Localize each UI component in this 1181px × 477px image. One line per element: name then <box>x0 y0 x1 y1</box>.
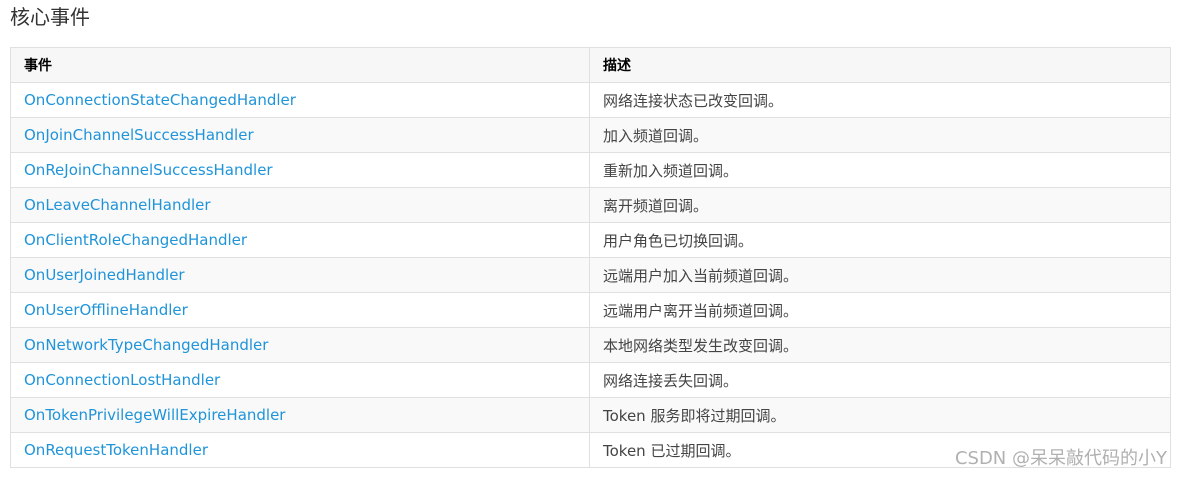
table-row: OnUserJoinedHandler 远端用户加入当前频道回调。 <box>10 257 1171 293</box>
event-link[interactable]: OnLeaveChannelHandler <box>24 196 211 214</box>
table-row: OnJoinChannelSuccessHandler 加入频道回调。 <box>10 117 1171 153</box>
event-cell: OnReJoinChannelSuccessHandler <box>10 152 590 188</box>
event-link[interactable]: OnUserOfflineHandler <box>24 301 188 319</box>
table-row: OnConnectionStateChangedHandler 网络连接状态已改变… <box>10 82 1171 118</box>
event-link[interactable]: OnConnectionStateChangedHandler <box>24 91 296 109</box>
event-cell: OnTokenPrivilegeWillExpireHandler <box>10 397 590 433</box>
event-cell: OnJoinChannelSuccessHandler <box>10 117 590 153</box>
event-cell: OnNetworkTypeChangedHandler <box>10 327 590 363</box>
event-cell: OnUserOfflineHandler <box>10 292 590 328</box>
description-cell: 加入频道回调。 <box>589 117 1171 153</box>
description-cell: 用户角色已切换回调。 <box>589 222 1171 258</box>
column-header-description: 描述 <box>589 47 1171 83</box>
column-header-event: 事件 <box>10 47 590 83</box>
table-row: OnClientRoleChangedHandler 用户角色已切换回调。 <box>10 222 1171 258</box>
table-header-row: 事件 描述 <box>10 47 1171 83</box>
description-cell: 网络连接状态已改变回调。 <box>589 82 1171 118</box>
event-link[interactable]: OnJoinChannelSuccessHandler <box>24 126 254 144</box>
table-row: OnLeaveChannelHandler 离开频道回调。 <box>10 187 1171 223</box>
event-link[interactable]: OnTokenPrivilegeWillExpireHandler <box>24 406 285 424</box>
event-link[interactable]: OnNetworkTypeChangedHandler <box>24 336 268 354</box>
description-cell: 重新加入频道回调。 <box>589 152 1171 188</box>
events-table: 事件 描述 OnConnectionStateChangedHandler 网络连… <box>10 47 1171 468</box>
description-cell: 远端用户加入当前频道回调。 <box>589 257 1171 293</box>
table-row: OnUserOfflineHandler 远端用户离开当前频道回调。 <box>10 292 1171 328</box>
event-link[interactable]: OnRequestTokenHandler <box>24 441 208 459</box>
section-title: 核心事件 <box>10 5 90 29</box>
description-cell: 远端用户离开当前频道回调。 <box>589 292 1171 328</box>
event-cell: OnConnectionStateChangedHandler <box>10 82 590 118</box>
event-cell: OnClientRoleChangedHandler <box>10 222 590 258</box>
description-cell: 本地网络类型发生改变回调。 <box>589 327 1171 363</box>
description-cell: Token 服务即将过期回调。 <box>589 397 1171 433</box>
event-link[interactable]: OnClientRoleChangedHandler <box>24 231 247 249</box>
event-cell: OnLeaveChannelHandler <box>10 187 590 223</box>
event-cell: OnUserJoinedHandler <box>10 257 590 293</box>
description-cell: 网络连接丢失回调。 <box>589 362 1171 398</box>
event-cell: OnRequestTokenHandler <box>10 432 590 468</box>
table-row: OnReJoinChannelSuccessHandler 重新加入频道回调。 <box>10 152 1171 188</box>
watermark: CSDN @呆呆敲代码的小Y <box>954 448 1167 469</box>
table-row: OnTokenPrivilegeWillExpireHandler Token 服… <box>10 397 1171 433</box>
table-row: OnNetworkTypeChangedHandler 本地网络类型发生改变回调。 <box>10 327 1171 363</box>
description-cell: 离开频道回调。 <box>589 187 1171 223</box>
event-cell: OnConnectionLostHandler <box>10 362 590 398</box>
event-link[interactable]: OnUserJoinedHandler <box>24 266 185 284</box>
event-link[interactable]: OnConnectionLostHandler <box>24 371 220 389</box>
table-row: OnConnectionLostHandler 网络连接丢失回调。 <box>10 362 1171 398</box>
event-link[interactable]: OnReJoinChannelSuccessHandler <box>24 161 273 179</box>
